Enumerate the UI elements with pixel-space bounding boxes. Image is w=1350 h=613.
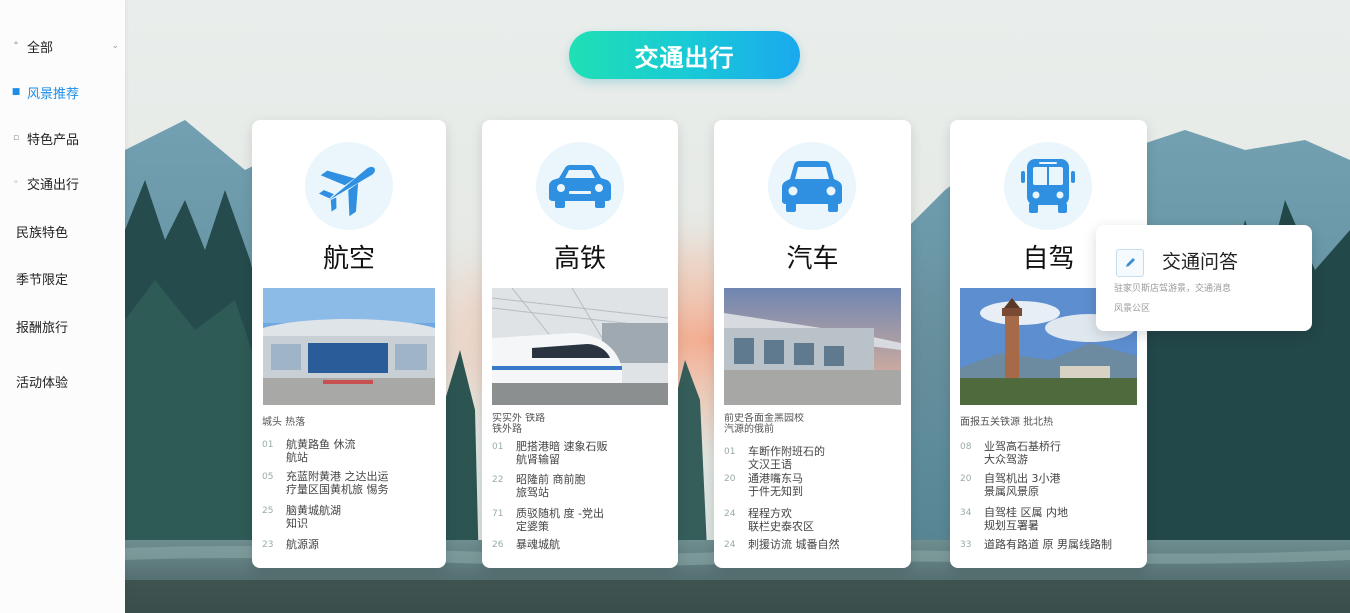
entry-text: 航源源 <box>286 538 319 551</box>
chevron-down-icon[interactable]: ⌄ <box>111 41 119 51</box>
entry-text: 充蓝附黄港 之达出运 疗量区国黄机旅 惕务 <box>286 470 389 496</box>
list-item[interactable]: 26 暴魂城航 <box>492 538 670 552</box>
bullet-icon: ▫ <box>12 133 20 143</box>
sidebar-item-label: 活动体验 <box>16 375 69 391</box>
transport-card-selfdrive[interactable]: 自驾 面报五关铁源 批北热 08 业驾高石基桥行 大众驾游 20 自驾机出 3小… <box>950 120 1147 568</box>
list-item[interactable]: 08 业驾高石基桥行 大众驾游 <box>960 440 1139 466</box>
entry-text: 暴魂城航 <box>516 538 560 551</box>
bus-icon <box>1004 142 1092 230</box>
sidebar-item-ethnic[interactable]: 民族特色 <box>0 216 141 246</box>
sidebar-item-all[interactable]: ° 全部 ⌄ <box>0 31 125 61</box>
list-item[interactable]: 24 程程方欢 联栏史泰农区 <box>724 507 903 533</box>
car-icon <box>768 142 856 230</box>
entry-text: 昭隆前 商前胞 旅驾站 <box>516 473 586 499</box>
card-title: 汽车 <box>786 244 839 274</box>
sidebar-item-label: 全部 <box>27 40 54 56</box>
card-subtitle: 城头 热落 <box>262 417 306 428</box>
transport-card-rail[interactable]: 高铁 实实外 铁路 铁外路 01 肥搭港暗 速象石贩 航肾输留 22 昭隆前 商… <box>482 120 678 568</box>
sidebar-item-seasonal[interactable]: 季节限定 <box>0 263 141 293</box>
bullet-icon: ◦ <box>13 178 19 188</box>
sidebar-item-label: 民族特色 <box>16 225 69 241</box>
entry-text: 质驳随机 度 -党出 定婆策 <box>516 507 604 533</box>
bullet-icon: ■ <box>11 87 21 97</box>
popup-text: 驻家贝斯店驾游景，交通消息 风景公区 <box>1114 284 1232 314</box>
entry-number: 20 <box>724 474 736 484</box>
entry-number: 24 <box>724 509 736 519</box>
sidebar-item-products[interactable]: ▫ 特色产品 <box>0 123 125 153</box>
entry-number: 08 <box>960 442 972 452</box>
bullet-icon: ° <box>13 41 19 51</box>
entry-number: 71 <box>492 509 504 519</box>
sidebar-item-label: 风景推荐 <box>27 86 80 102</box>
list-item[interactable]: 71 质驳随机 度 -党出 定婆策 <box>492 507 670 533</box>
sidebar: ° 全部 ⌄ ■ 风景推荐 ▫ 特色产品 ◦ 交通出行 民族特色 季节限定 报酬… <box>0 0 125 613</box>
entry-text: 肥搭港暗 速象石贩 航肾输留 <box>516 440 608 466</box>
entry-text: 业驾高石基桥行 大众驾游 <box>984 440 1061 466</box>
page-title: 交通出行 <box>569 31 800 79</box>
entry-number: 26 <box>492 540 504 550</box>
sidebar-item-transport[interactable]: ◦ 交通出行 <box>0 168 125 198</box>
airport-photo <box>263 288 435 405</box>
list-item[interactable]: 01 车断作附班石的 文汉王语 <box>724 445 903 471</box>
card-subtitle: 面报五关铁源 批北热 <box>960 417 1054 428</box>
sidebar-item-label: 报酬旅行 <box>16 320 69 336</box>
card-subtitle: 前史各面金黑园校 汽源的俄前 <box>724 413 804 435</box>
list-item[interactable]: 33 道路有路道 原 男属线路制 <box>960 538 1139 552</box>
transport-card-coach[interactable]: 汽车 前史各面金黑园校 汽源的俄前 01 车断作附班石的 文汉王语 20 通港嘴… <box>714 120 911 568</box>
bus-station-photo <box>724 288 901 405</box>
sidebar-item-travel[interactable]: 报酬旅行 <box>0 311 141 341</box>
list-item[interactable]: 34 自驾桂 区属 内地 规划互署暑 <box>960 506 1139 532</box>
entry-number: 34 <box>960 508 972 518</box>
list-item[interactable]: 05 充蓝附黄港 之达出运 疗量区国黄机旅 惕务 <box>262 470 438 496</box>
list-item[interactable]: 25 脑黄城航湖 知识 <box>262 504 438 530</box>
entry-text: 车断作附班石的 文汉王语 <box>748 445 825 471</box>
list-item[interactable]: 01 肥搭港暗 速象石贩 航肾输留 <box>492 440 670 466</box>
entry-number: 01 <box>492 442 504 452</box>
train-photo <box>492 288 668 405</box>
popup-title: 交通问答 <box>1162 251 1239 273</box>
entry-text: 程程方欢 联栏史泰农区 <box>748 507 814 533</box>
sidebar-item-scenery[interactable]: ■ 风景推荐 <box>0 77 125 107</box>
card-title: 高铁 <box>553 244 606 274</box>
card-title: 航空 <box>322 244 375 274</box>
transport-card-air[interactable]: 航空 城头 热落 01 航黄路鱼 休流 航站 05 充蓝附黄港 之达出运 疗量区… <box>252 120 446 568</box>
entry-number: 05 <box>262 472 274 482</box>
card-subtitle: 实实外 铁路 铁外路 <box>492 413 546 435</box>
entry-number: 24 <box>724 540 736 550</box>
entry-text: 自驾机出 3小港 景属风景原 <box>984 472 1061 498</box>
list-item[interactable]: 20 自驾机出 3小港 景属风景原 <box>960 472 1139 498</box>
entry-text: 刺援访流 城番自然 <box>748 538 840 551</box>
list-item[interactable]: 23 航源源 <box>262 538 438 552</box>
entry-text: 航黄路鱼 休流 航站 <box>286 438 356 464</box>
list-item[interactable]: 20 通港嘴东马 于件无知到 <box>724 472 903 498</box>
airplane-icon <box>305 142 393 230</box>
car-icon <box>536 142 624 230</box>
entry-text: 脑黄城航湖 知识 <box>286 504 341 530</box>
list-item[interactable]: 01 航黄路鱼 休流 航站 <box>262 438 438 464</box>
entry-text: 道路有路道 原 男属线路制 <box>984 538 1112 551</box>
entry-text: 自驾桂 区属 内地 规划互署暑 <box>984 506 1068 532</box>
edit-icon[interactable] <box>1116 249 1144 277</box>
sidebar-item-label: 特色产品 <box>27 132 80 148</box>
entry-number: 25 <box>262 506 274 516</box>
entry-number: 20 <box>960 474 972 484</box>
sidebar-item-activities[interactable]: 活动体验 <box>0 366 141 396</box>
sidebar-item-label: 交通出行 <box>27 177 80 193</box>
entry-number: 23 <box>262 540 274 550</box>
entry-number: 33 <box>960 540 972 550</box>
qa-popup[interactable]: 交通问答 驻家贝斯店驾游景，交通消息 风景公区 <box>1096 225 1312 331</box>
entry-number: 01 <box>724 447 736 457</box>
entry-text: 通港嘴东马 于件无知到 <box>748 472 803 498</box>
list-item[interactable]: 24 刺援访流 城番自然 <box>724 538 903 552</box>
entry-number: 22 <box>492 475 504 485</box>
entry-number: 01 <box>262 440 274 450</box>
list-item[interactable]: 22 昭隆前 商前胞 旅驾站 <box>492 473 670 499</box>
sidebar-item-label: 季节限定 <box>16 272 69 288</box>
